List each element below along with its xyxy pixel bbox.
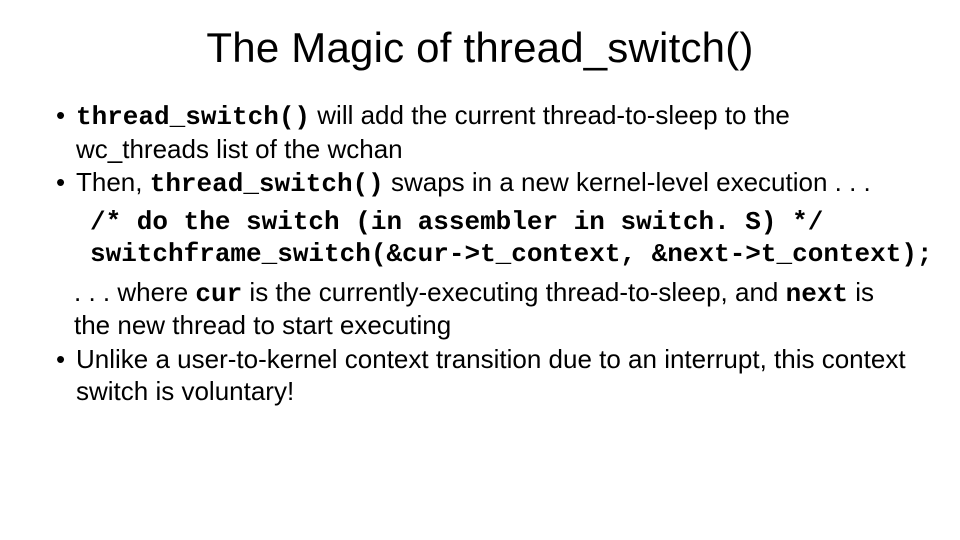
code-cur: cur [195, 279, 242, 309]
bullet-1: thread_switch() will add the current thr… [56, 100, 912, 165]
cont-b: is the currently-executing thread-to-sle… [242, 277, 785, 307]
code-inline: thread_switch() [150, 169, 384, 199]
slide-title: The Magic of thread_switch() [48, 24, 912, 72]
bullet-2-pre: Then, [76, 167, 150, 197]
bullet-list: thread_switch() will add the current thr… [48, 100, 912, 201]
bullet-2-post: swaps in a new kernel-level execution . … [384, 167, 871, 197]
bullet-3: Unlike a user-to-kernel context transiti… [56, 344, 912, 407]
continuation-text: . . . where cur is the currently-executi… [74, 277, 912, 342]
bullet-2: Then, thread_switch() swaps in a new ker… [56, 167, 912, 201]
code-inline: thread_switch() [76, 102, 310, 132]
code-next: next [786, 279, 848, 309]
code-block: /* do the switch (in assembler in switch… [90, 207, 912, 270]
code-line-1: /* do the switch (in assembler in switch… [90, 207, 823, 237]
slide: The Magic of thread_switch() thread_swit… [0, 0, 960, 540]
bullet-3-text: Unlike a user-to-kernel context transiti… [76, 344, 906, 406]
cont-a: . . . where [74, 277, 195, 307]
bullet-list-2: Unlike a user-to-kernel context transiti… [48, 344, 912, 407]
code-line-2: switchframe_switch(&cur->t_context, &nex… [90, 239, 933, 269]
